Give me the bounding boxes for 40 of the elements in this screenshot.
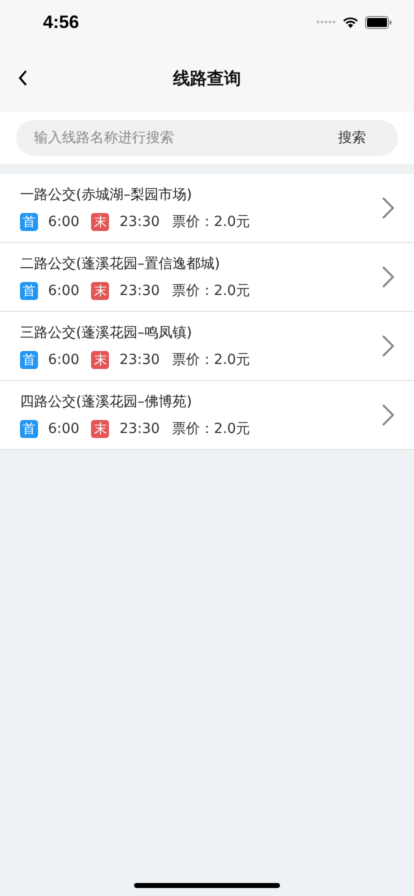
battery-icon [365, 16, 392, 28]
last-bus-tag: 末 [91, 282, 110, 300]
first-bus-time: 6:00 [48, 214, 80, 230]
chevron-right-icon [382, 266, 394, 288]
wifi-icon [342, 16, 359, 28]
first-bus-time: 6:00 [48, 352, 80, 368]
back-icon[interactable] [18, 70, 28, 86]
route-name: 二路公交(蓬溪花园–置信逸都城) [20, 254, 221, 272]
status-time: 4:56 [43, 12, 80, 32]
last-bus-time: 23:30 [119, 214, 160, 230]
route-name: 三路公交(蓬溪花园–鸣凤镇) [20, 324, 193, 342]
fare-text: 票价：2.0元 [172, 282, 250, 300]
fare-text: 票价：2.0元 [172, 212, 250, 230]
chevron-right-icon [382, 404, 394, 426]
chevron-right-icon [382, 197, 394, 219]
first-bus-tag: 首 [20, 212, 38, 230]
last-bus-tag: 末 [91, 420, 110, 438]
page-title: 线路查询 [173, 68, 241, 90]
signal-icon [316, 20, 336, 24]
first-bus-time: 6:00 [48, 282, 80, 298]
route-item[interactable]: 一路公交(赤城湖–梨园市场) 首 6:00 末 23:30 票价：2.0元 [0, 174, 414, 243]
first-bus-tag: 首 [20, 420, 38, 438]
fare-text: 票价：2.0元 [172, 420, 250, 438]
last-bus-tag: 末 [91, 212, 110, 230]
route-item[interactable]: 四路公交(蓬溪花园–佛博苑) 首 6:00 末 23:30 票价：2.0元 [0, 381, 414, 450]
first-bus-tag: 首 [20, 282, 38, 300]
chevron-right-icon [382, 335, 394, 357]
last-bus-tag: 末 [91, 350, 110, 368]
route-name: 四路公交(蓬溪花园–佛博苑) [20, 392, 193, 410]
last-bus-time: 23:30 [119, 352, 160, 368]
route-item[interactable]: 三路公交(蓬溪花园–鸣凤镇) 首 6:00 末 23:30 票价：2.0元 [0, 312, 414, 381]
first-bus-time: 6:00 [48, 420, 80, 436]
route-item[interactable]: 二路公交(蓬溪花园–置信逸都城) 首 6:00 末 23:30 票价：2.0元 [0, 243, 414, 312]
fare-text: 票价：2.0元 [172, 350, 250, 368]
search-field[interactable]: 输入线路名称进行搜索 搜索 [16, 120, 398, 156]
search-button[interactable]: 搜索 [318, 129, 386, 147]
last-bus-time: 23:30 [119, 282, 160, 298]
route-name: 一路公交(赤城湖–梨园市场) [20, 186, 193, 204]
first-bus-tag: 首 [20, 350, 38, 368]
last-bus-time: 23:30 [119, 420, 160, 436]
